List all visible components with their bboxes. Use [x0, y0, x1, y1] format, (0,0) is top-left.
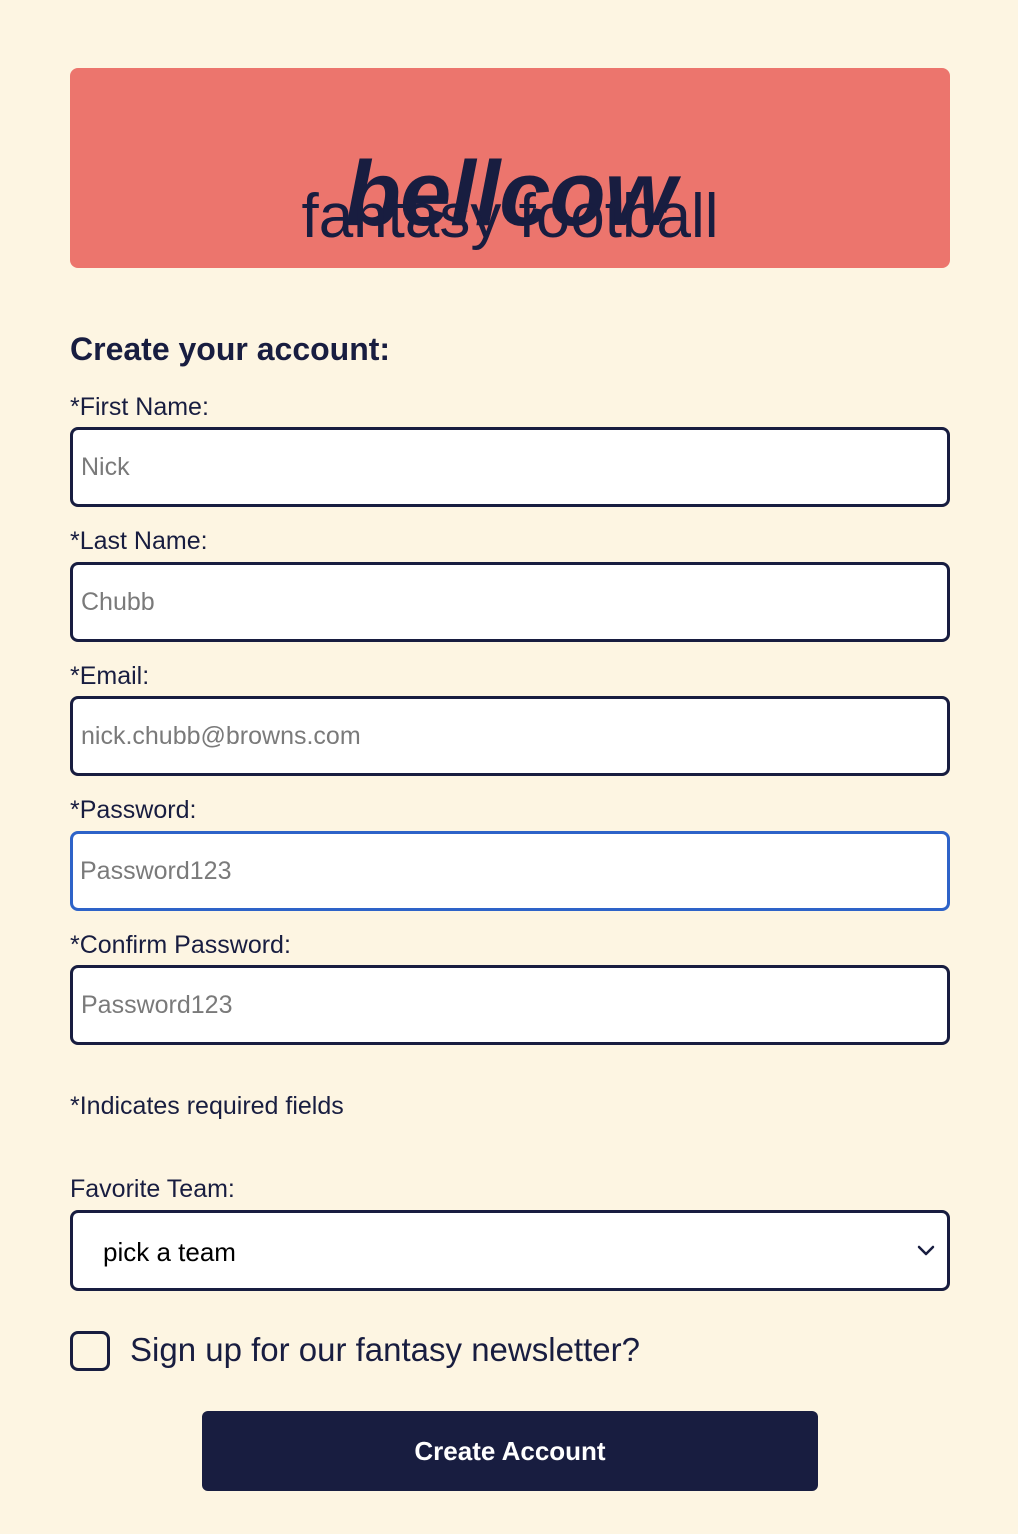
chevron-down-icon — [917, 1245, 935, 1256]
newsletter-checkbox[interactable] — [70, 1331, 110, 1371]
newsletter-checkbox-label[interactable]: Sign up for our fantasy newsletter? — [130, 1331, 640, 1369]
email-label: *Email: — [70, 662, 150, 690]
last-name-input[interactable] — [70, 562, 950, 642]
last-name-label: *Last Name: — [70, 527, 208, 555]
confirm-password-input[interactable] — [70, 965, 950, 1045]
favorite-team-select[interactable]: pick a team — [70, 1210, 950, 1291]
favorite-team-label: Favorite Team: — [70, 1175, 235, 1203]
favorite-team-selected-value: pick a team — [103, 1237, 236, 1267]
form-heading: Create your account: — [70, 331, 391, 367]
password-input[interactable] — [70, 831, 950, 911]
first-name-label: *First Name: — [70, 393, 209, 421]
brand-tagline: fantasy football — [301, 182, 719, 251]
create-account-button[interactable]: Create Account — [202, 1411, 818, 1491]
password-label: *Password: — [70, 796, 197, 824]
confirm-password-label: *Confirm Password: — [70, 931, 291, 959]
header-banner: bellcow fantasy football — [70, 68, 950, 268]
email-input[interactable] — [70, 696, 950, 776]
required-fields-note: *Indicates required fields — [70, 1092, 344, 1120]
first-name-input[interactable] — [70, 427, 950, 507]
